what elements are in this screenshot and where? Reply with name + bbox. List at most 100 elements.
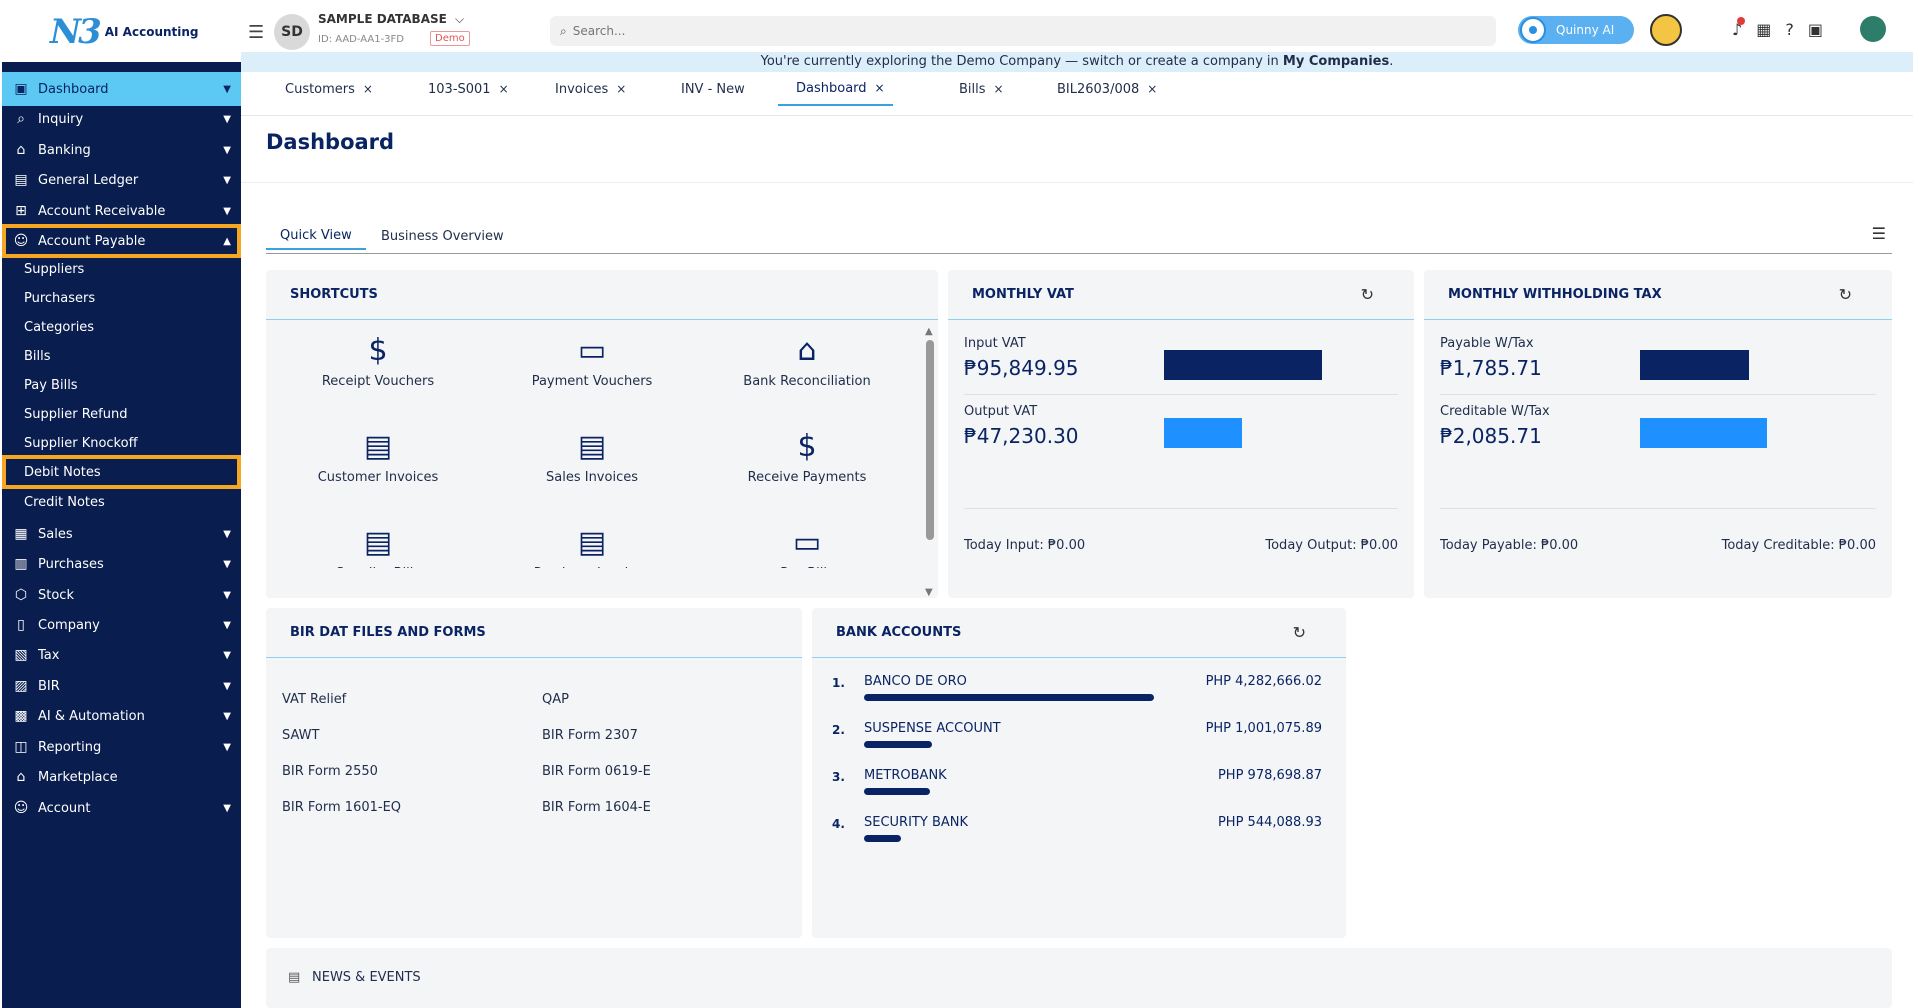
shortcut-purchase-invoices[interactable]: ▤ Purchase Invoices [492,520,692,568]
page-title: Dashboard [266,130,395,154]
sidebar-item-label: Sales [38,526,73,542]
input-vat-label: Input VAT [964,336,1026,351]
bank-name[interactable]: METROBANK [864,768,947,783]
ledger-icon: ▤ [14,172,28,188]
bir-link-bir-form-1601-eq[interactable]: BIR Form 1601-EQ [282,800,401,815]
output-vat-bar [1164,418,1242,448]
close-icon[interactable]: × [616,82,626,96]
sidebar-item-account[interactable]: ☺ Account ▼ [2,791,241,825]
database-avatar[interactable]: SD [274,14,310,50]
bank-balance: PHP 4,282,666.02 [1205,674,1322,689]
menu-icon[interactable]: ☰ [1872,224,1886,243]
scroll-thumb[interactable] [926,340,934,540]
sidebar-item-tax[interactable]: ▧ Tax ▼ [2,638,241,672]
close-icon[interactable]: × [994,82,1004,96]
bank-rank: 3. [832,770,845,784]
shortcut-receipt-vouchers[interactable]: $ Receipt Vouchers [278,328,478,389]
my-companies-link[interactable]: My Companies [1283,54,1389,69]
lock-icon[interactable]: ▣ [1808,20,1823,39]
bank-balance-bar [864,694,1154,701]
bir-link-bir-form-0619-e[interactable]: BIR Form 0619-E [542,764,651,779]
sidebar-item-stock[interactable]: ⬡ Stock ▼ [2,578,241,612]
bir-link-bir-form-2550[interactable]: BIR Form 2550 [282,764,378,779]
database-name[interactable]: SAMPLE DATABASE ⌵ [318,12,464,27]
tab-bil2603-008[interactable]: BIL2603/008 × [1057,72,1157,106]
tab-bills[interactable]: Bills × [959,72,1004,106]
tab-103-s001[interactable]: 103-S001 × [428,72,509,106]
scroll-up-icon[interactable]: ▲ [925,326,933,337]
documents-icon: ▤ [577,525,607,560]
tab-inv-new[interactable]: INV - New [681,72,745,106]
bir-link-qap[interactable]: QAP [542,692,569,707]
sidebar-item-account-receivable[interactable]: ⊞ Account Receivable ▼ [2,194,241,228]
tab-invoices[interactable]: Invoices × [555,72,626,106]
store-icon[interactable]: ▦ [1756,20,1771,39]
shortcut-sales-invoices[interactable]: ▤ Sales Invoices [492,424,692,485]
shortcut-customer-invoices[interactable]: ▤ Customer Invoices [278,424,478,485]
payable-amount: ₱1,785.71 [1440,356,1542,380]
scroll-down-icon[interactable]: ▼ [925,587,933,598]
robot-assistant-icon[interactable] [1650,14,1682,46]
tab-business-overview[interactable]: Business Overview [367,222,518,250]
ai-icon: ▩ [14,708,28,724]
sidebar-subitem-credit-notes[interactable]: Credit Notes [2,485,241,519]
bir-link-vat-relief[interactable]: VAT Relief [282,692,346,707]
search-input[interactable] [572,24,1473,38]
sidebar-item-marketplace[interactable]: ⌂ Marketplace [2,760,241,794]
notification-bell-icon[interactable]: ♪ [1732,17,1746,39]
close-icon[interactable]: × [1147,82,1157,96]
sidebar-item-reporting[interactable]: ◫ Reporting ▼ [2,730,241,764]
divider [241,182,1913,183]
withholding-tax-card: MONTHLY WITHHOLDING TAX ↻ Payable W/Tax … [1424,270,1892,598]
bank-accounts-card: BANK ACCOUNTS ↻ 1. BANCO DE ORO PHP 4,282,… [812,608,1346,938]
bank-balance-bar [864,835,901,842]
sidebar-item-dashboard[interactable]: ▣ Dashboard ▼ [2,72,241,106]
chevron-down-icon: ▼ [223,174,231,186]
sidebar-item-sales[interactable]: ▦ Sales ▼ [2,517,241,551]
help-icon[interactable]: ? [1785,20,1794,39]
sidebar-item-inquiry[interactable]: ⌕ Inquiry ▼ [2,102,241,136]
tab-quick-view[interactable]: Quick View [266,222,366,250]
chevron-down-icon: ▼ [223,802,231,814]
close-icon[interactable]: × [875,81,885,95]
tab-label: INV - New [681,81,745,97]
chevron-down-icon: ▼ [223,680,231,692]
sidebar-item-bir[interactable]: ▨ BIR ▼ [2,669,241,703]
search-bar[interactable]: ⌕ [550,16,1496,46]
chevron-down-icon: ⌵ [455,12,465,26]
bir-link-bir-form-1604-e[interactable]: BIR Form 1604-E [542,800,651,815]
sidebar-item-company[interactable]: ▯ Company ▼ [2,608,241,642]
app-logo[interactable]: N3 AI Accounting [50,12,199,52]
bank-name[interactable]: SUSPENSE ACCOUNT [864,721,1001,736]
menu-toggle-icon[interactable]: ☰ [248,22,264,43]
bank-rank: 1. [832,676,845,690]
close-icon[interactable]: × [363,82,373,96]
close-icon[interactable]: × [499,82,509,96]
user-avatar[interactable] [1860,16,1886,42]
shortcuts-card: SHORTCUTS $ Receipt Vouchers ▭ Payment Vouc… [266,270,938,598]
shortcuts-scrollbar[interactable]: ▲ ▼ [923,326,937,598]
sidebar-subitem-debit-notes[interactable]: Debit Notes [2,455,241,489]
bir-link-bir-form-2307[interactable]: BIR Form 2307 [542,728,638,743]
bank-name[interactable]: SECURITY BANK [864,815,968,830]
shortcut-receive-payments[interactable]: $ Receive Payments [707,424,907,485]
sidebar-item-ai-automation[interactable]: ▩ AI & Automation ▼ [2,699,241,733]
bir-link-sawt[interactable]: SAWT [282,728,319,743]
shortcut-supplier-bills[interactable]: ▤ Supplier Bills [278,520,478,568]
refresh-icon[interactable]: ↻ [1361,285,1374,304]
shortcut-payment-vouchers[interactable]: ▭ Payment Vouchers [492,328,692,389]
bank-name[interactable]: BANCO DE ORO [864,674,967,689]
tab-customers[interactable]: Customers × [285,72,373,106]
tab-dashboard[interactable]: Dashboard × [778,72,893,106]
assistant-button[interactable]: Quinny AI [1518,16,1634,44]
shortcut-pay-bills[interactable]: ▭ Pay Bills [707,520,907,568]
sidebar-item-banking[interactable]: ⌂ Banking ▼ [2,133,241,167]
refresh-icon[interactable]: ↻ [1293,623,1306,642]
assistant-label: Quinny AI [1556,23,1615,37]
tax-icon: ▧ [14,647,28,663]
sidebar-item-label: Company [38,617,100,633]
sidebar-item-purchases[interactable]: ▥ Purchases ▼ [2,547,241,581]
refresh-icon[interactable]: ↻ [1839,285,1852,304]
sidebar-item-general-ledger[interactable]: ▤ General Ledger ▼ [2,163,241,197]
shortcut-bank-reconciliation[interactable]: ⌂ Bank Reconciliation [707,328,907,389]
